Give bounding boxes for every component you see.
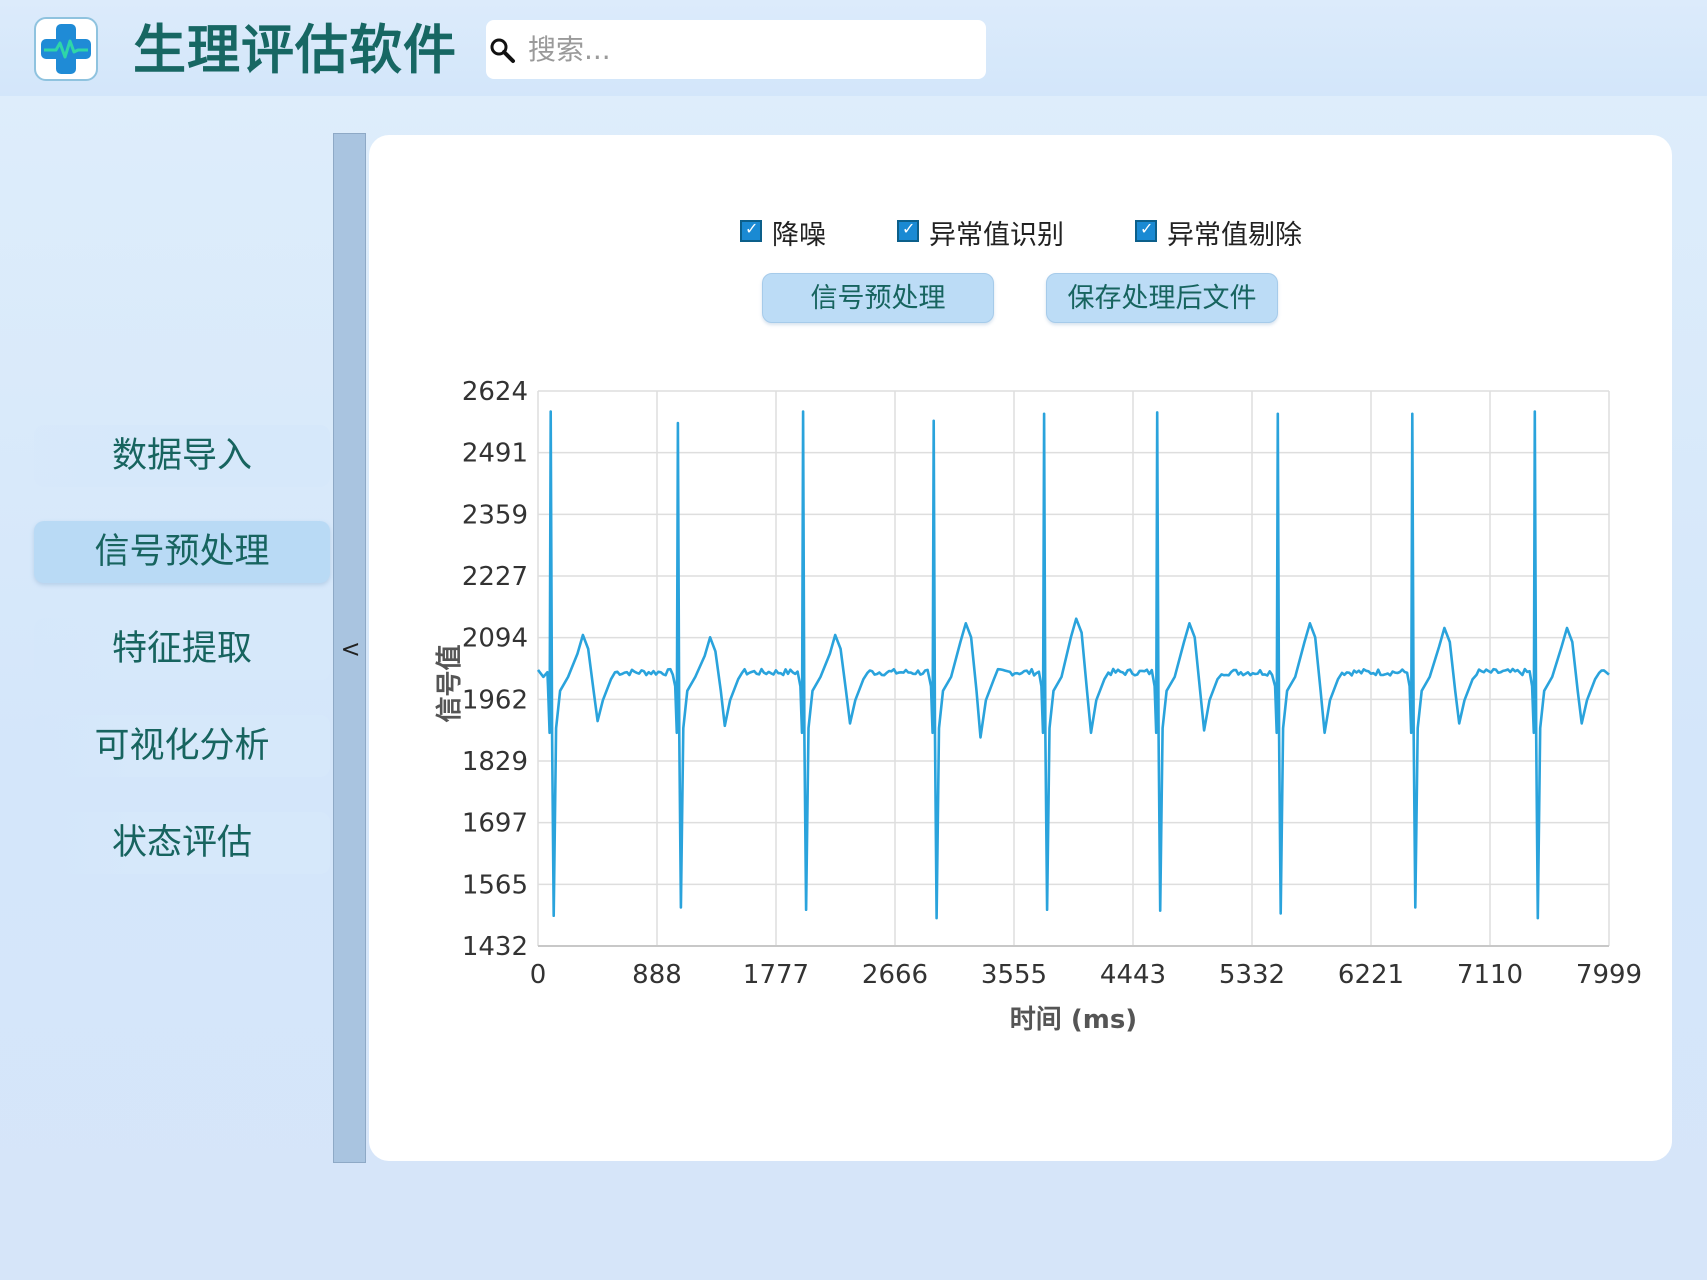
- y-tick-label: 1432: [462, 932, 528, 962]
- signal-series-line: [536, 410, 1610, 920]
- y-tick-label: 1829: [462, 747, 528, 777]
- search-box[interactable]: [486, 20, 986, 79]
- x-tick-label: 6221: [1338, 960, 1404, 990]
- y-tick-labels: 2624 2491 2359 2227 2094 1962 1829 1697 1565 1432: [462, 377, 528, 962]
- nav-item-visual-analysis[interactable]: 可视化分析: [34, 715, 330, 777]
- x-tick-label: 2666: [862, 960, 928, 990]
- x-tick-label: 888: [632, 960, 682, 990]
- x-tick-label: 7999: [1576, 960, 1642, 990]
- search-input[interactable]: [528, 20, 968, 79]
- x-tick-label: 0: [530, 960, 547, 990]
- x-tick-labels: 0 888 1777 2666 3555 4443 5332 6221 7110 7999: [530, 960, 1642, 990]
- y-tick-label: 2227: [462, 562, 528, 592]
- heart-pulse-cross-icon: [34, 17, 98, 81]
- nav-item-state-assess[interactable]: 状态评估: [34, 812, 330, 874]
- y-tick-label: 1565: [462, 870, 528, 900]
- nav-item-feature-extract[interactable]: 特征提取: [34, 618, 330, 680]
- y-tick-label: 1962: [462, 685, 528, 715]
- nav-item-data-import[interactable]: 数据导入: [34, 425, 330, 487]
- signal-chart: 2624 2491 2359 2227 2094 1962 1829 1697 1565 1432…: [435, 377, 1642, 1035]
- app-title: 生理评估软件: [133, 20, 457, 81]
- y-tick-label: 2624: [462, 377, 528, 407]
- y-axis-label: 信号值: [435, 644, 465, 722]
- y-tick-label: 2359: [462, 500, 528, 530]
- x-tick-label: 7110: [1457, 960, 1523, 990]
- sidebar-collapse-toggle[interactable]: <: [333, 133, 366, 1163]
- x-axis-label: 时间 (ms): [1010, 1005, 1137, 1035]
- y-tick-label: 2094: [462, 624, 528, 654]
- x-tick-label: 5332: [1219, 960, 1285, 990]
- chevron-left-icon: <: [340, 635, 361, 663]
- y-tick-label: 1697: [462, 809, 528, 839]
- y-tick-label: 2491: [462, 439, 528, 469]
- search-icon: [488, 36, 518, 66]
- x-tick-label: 4443: [1100, 960, 1166, 990]
- x-tick-label: 1777: [743, 960, 809, 990]
- nav-item-signal-preprocess[interactable]: 信号预处理: [34, 521, 330, 583]
- x-tick-label: 3555: [981, 960, 1047, 990]
